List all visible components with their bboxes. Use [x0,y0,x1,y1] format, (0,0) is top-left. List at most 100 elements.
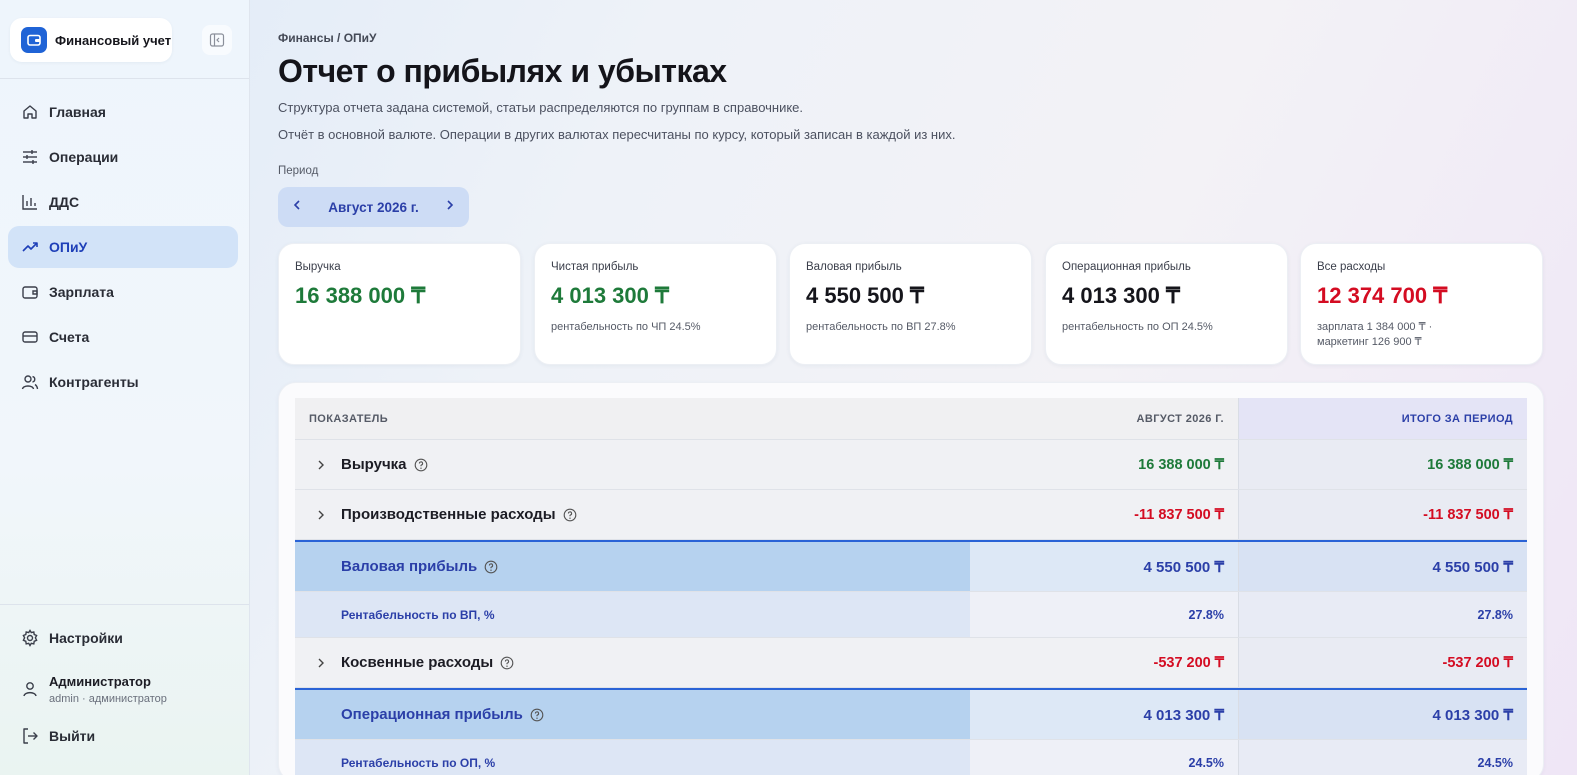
users-icon [20,372,40,392]
sidebar-item-counterparties[interactable]: Контрагенты [8,361,238,403]
table-row-operating-margin: Рентабельность по ОП, % 24.5% 24.5% [295,740,1527,775]
panel-collapse-icon [209,33,225,47]
table-row-gross-profit: Валовая прибыль 4 550 500 ₸ 4 550 500 ₸ [295,540,1527,592]
kpi-value: 4 013 300 ₸ [551,283,669,308]
main-content: Финансы / ОПиУ Отчет о прибылях и убытка… [278,0,1548,775]
settings-label: Настройки [49,630,123,646]
user-name: Администратор [49,673,151,689]
brand-name: Финансовый учет [55,32,172,48]
period-value[interactable]: Август 2026 г. [328,200,419,215]
help-circle-icon[interactable] [530,708,544,722]
help-circle-icon[interactable] [414,458,428,472]
sidebar-item-dds[interactable]: ДДС [8,181,238,223]
breadcrumb: Финансы / ОПиУ [278,31,377,45]
sidebar-item-accounts[interactable]: Счета [8,316,238,358]
chevron-left-icon [293,199,300,210]
kpi-sub: рентабельность по ВП 27.8% [806,321,956,333]
user-icon [20,679,40,699]
row-label-cell: Валовая прибыль [295,542,970,591]
home-icon [20,102,40,122]
kpi-label: Все расходы [1317,261,1386,273]
row-label: Косвенные расходы [341,654,494,671]
sliders-icon [20,147,40,167]
expand-chevron-icon[interactable] [315,459,329,471]
brand-row: Финансовый учет [10,18,240,62]
column-header-indicator: ПОКАЗАТЕЛЬ [309,412,389,425]
user-profile[interactable]: Администратор admin · администратор [8,663,238,715]
row-value-total: 4 550 500 ₸ [1238,542,1527,591]
kpi-label: Операционная прибыль [1062,261,1191,273]
row-value-total: 4 013 300 ₸ [1238,690,1527,739]
row-label-cell: Косвенные расходы [295,638,970,687]
kpi-sub: рентабельность по ОП 24.5% [1062,321,1213,333]
kpi-card-net-profit: Чистая прибыль 4 013 300 ₸ рентабельност… [534,243,777,365]
settings-link[interactable]: Настройки [8,617,238,659]
sidebar-item-opiu[interactable]: ОПиУ [8,226,238,268]
sidebar-item-salary[interactable]: Зарплата [8,271,238,313]
next-period-button[interactable] [443,198,457,217]
expand-chevron-icon[interactable] [315,657,329,669]
table-header: ПОКАЗАТЕЛЬ АВГУСТ 2026 Г. ИТОГО ЗА ПЕРИО… [295,398,1527,440]
help-circle-icon[interactable] [563,508,577,522]
sidebar-item-label: Главная [49,104,106,120]
collapse-sidebar-button[interactable] [202,25,232,55]
prev-period-button[interactable] [290,198,304,217]
kpi-card-operating-profit: Операционная прибыль 4 013 300 ₸ рентабе… [1045,243,1288,365]
row-label: Рентабельность по ВП, % [295,592,970,637]
kpi-card-gross-profit: Валовая прибыль 4 550 500 ₸ рентабельнос… [789,243,1032,365]
bar-chart-icon [20,192,40,212]
kpi-card-all-expenses: Все расходы 12 374 700 ₸ зарплата 1 384 … [1300,243,1543,365]
column-header-total: ИТОГО ЗА ПЕРИОД [1238,398,1527,439]
credit-card-icon [20,327,40,347]
page-description: Структура отчета задана системой, статьи… [278,100,804,115]
row-label: Валовая прибыль [341,558,478,575]
row-value-month: 4 013 300 ₸ [970,690,1238,739]
row-value-month: -537 200 ₸ [1153,654,1225,671]
wallet-logo-icon [21,27,47,53]
row-label-cell: Операционная прибыль [295,690,970,739]
row-value-month: 27.8% [970,592,1238,637]
sidebar-item-operations[interactable]: Операции [8,136,238,178]
main-nav: Главная Операции ДДС ОПиУ Зарплата Счета… [8,91,238,406]
sidebar-bottom: Настройки Администратор admin · админист… [8,617,238,760]
kpi-label: Выручка [295,261,341,273]
kpi-cards: Выручка 16 388 000 ₸ Чистая прибыль 4 01… [278,243,1544,365]
sidebar-item-label: Операции [49,149,119,165]
row-label: Операционная прибыль [341,706,523,723]
help-circle-icon[interactable] [500,656,514,670]
kpi-value: 16 388 000 ₸ [295,283,426,308]
logout-button[interactable]: Выйти [8,715,238,757]
user-role: admin · администратор [49,692,167,705]
row-value-total: 24.5% [1238,740,1527,775]
sidebar: Финансовый учет Главная Операции ДДС ОПи… [0,0,250,775]
sidebar-item-home[interactable]: Главная [8,91,238,133]
expand-chevron-icon[interactable] [315,509,329,521]
row-value-month: 24.5% [970,740,1238,775]
sidebar-divider [0,78,249,79]
period-label: Период [278,165,319,177]
sidebar-item-label: Контрагенты [49,374,139,390]
chevron-right-icon [447,199,454,210]
kpi-value: 4 013 300 ₸ [1062,283,1180,308]
sidebar-item-label: ДДС [49,194,80,210]
brand[interactable]: Финансовый учет [10,18,172,62]
row-value-month: -11 837 500 ₸ [1134,506,1224,523]
table-row-revenue[interactable]: Выручка 16 388 000 ₸ 16 388 000 ₸ [295,440,1527,490]
kpi-card-revenue: Выручка 16 388 000 ₸ [278,243,521,365]
table-row-indirect-expenses[interactable]: Косвенные расходы -537 200 ₸ -537 200 ₸ [295,638,1527,688]
period-picker: Август 2026 г. [278,187,469,227]
table-row-production-expenses[interactable]: Производственные расходы -11 837 500 ₸ -… [295,490,1527,540]
logout-label: Выйти [49,728,96,744]
row-value-total: 16 388 000 ₸ [1238,440,1527,489]
sidebar-item-label: Зарплата [49,284,114,300]
row-value-total: -11 837 500 ₸ [1238,490,1527,539]
help-circle-icon[interactable] [484,560,498,574]
table-row-operating-profit: Операционная прибыль 4 013 300 ₸ 4 013 3… [295,688,1527,740]
logout-icon [20,726,40,746]
row-label-cell: Выручка [295,440,970,489]
sidebar-divider [0,604,249,605]
sidebar-item-label: Счета [49,329,90,345]
kpi-sub: зарплата 1 384 000 ₸ · маркетинг 126 900… [1317,321,1433,348]
row-value-month: 4 550 500 ₸ [970,542,1238,591]
sidebar-item-label: ОПиУ [49,239,88,255]
